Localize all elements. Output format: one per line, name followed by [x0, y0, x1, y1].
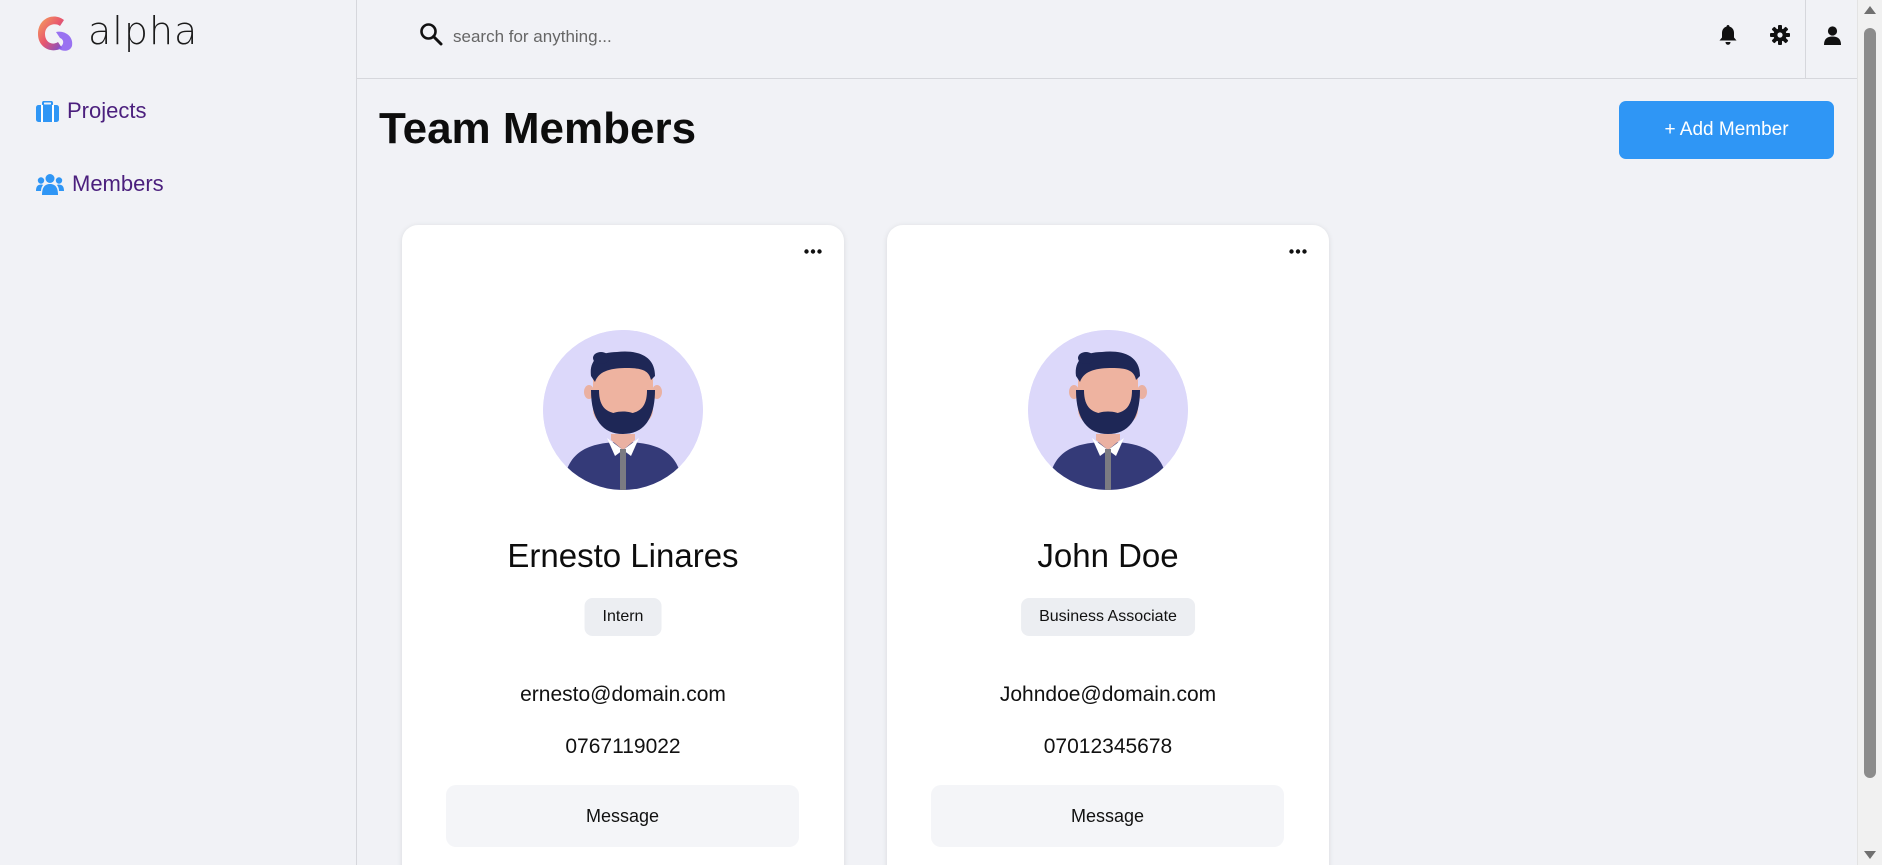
member-card: Ernesto Linares Intern ernesto@domain.co… [402, 225, 844, 865]
sidebar-item-members[interactable]: Members [36, 171, 164, 197]
message-button[interactable]: Message [931, 785, 1284, 847]
sidebar-item-label: Projects [67, 98, 147, 123]
scrollbar[interactable] [1857, 0, 1882, 865]
sidebar-item-label: Members [72, 171, 164, 196]
briefcase-icon [36, 100, 59, 122]
member-email: ernesto@domain.com [520, 683, 726, 706]
member-phone: 07012345678 [1043, 735, 1173, 758]
add-member-button[interactable]: + Add Member [1619, 101, 1834, 159]
logo-mark-icon [38, 16, 73, 51]
search-input[interactable] [453, 26, 873, 47]
topbar-divider [1805, 0, 1806, 79]
app-root: alpha Projects Members search for anythi… [0, 0, 1882, 865]
more-options-icon[interactable] [1287, 242, 1309, 260]
scroll-up-icon[interactable] [1864, 6, 1876, 14]
sidebar: alpha Projects Members [0, 0, 357, 865]
member-name: John Doe [1037, 537, 1179, 574]
search-icon[interactable] [419, 22, 443, 51]
avatar [1028, 330, 1188, 490]
logo-text: alpha [88, 9, 199, 53]
member-card: John Doe Business Associate Johndoe@doma… [887, 225, 1329, 865]
role-badge: Business Associate [1021, 598, 1195, 636]
scroll-down-icon[interactable] [1864, 851, 1876, 859]
member-name: Ernesto Linares [507, 537, 739, 574]
scroll-thumb[interactable] [1864, 28, 1876, 778]
more-options-icon[interactable] [802, 242, 824, 260]
avatar [543, 330, 703, 490]
role-badge: Intern [584, 598, 662, 636]
gear-icon[interactable] [1769, 24, 1791, 46]
user-icon[interactable] [1821, 24, 1843, 46]
logo[interactable]: alpha [34, 9, 199, 54]
search-bar [419, 22, 873, 51]
message-button[interactable]: Message [446, 785, 799, 847]
member-email: Johndoe@domain.com [999, 683, 1217, 706]
member-phone: 0767119022 [565, 735, 681, 758]
page-title: Team Members [379, 104, 697, 153]
topbar [357, 0, 1857, 79]
sidebar-item-projects[interactable]: Projects [36, 98, 146, 124]
users-icon [36, 173, 64, 195]
bell-icon[interactable] [1717, 24, 1739, 46]
